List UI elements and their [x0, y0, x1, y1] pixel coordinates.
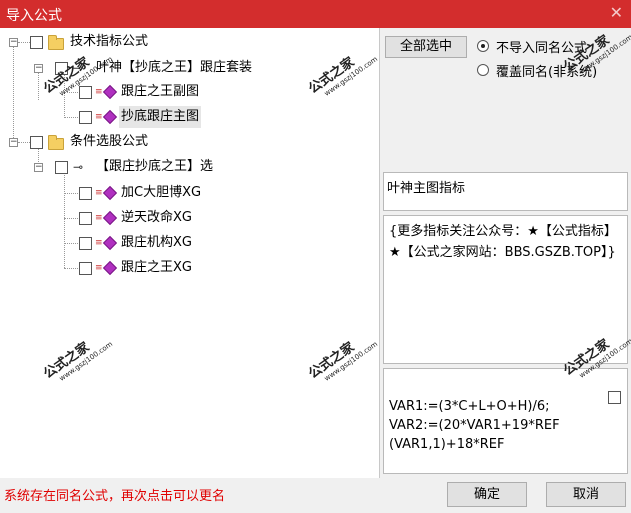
radio-overwrite-label: 覆盖同名(非系统) [496, 65, 598, 80]
tree-node-screening[interactable]: − 条件选股公式 [0, 131, 200, 153]
node-checkbox[interactable] [79, 212, 92, 225]
node-checkbox[interactable] [30, 36, 43, 49]
key-icon: ⊸ [73, 61, 84, 75]
node-label: 抄底跟庄主图 [119, 106, 202, 128]
watermark-url: www.gszj100.com [57, 340, 115, 383]
code-preview: VAR1:=(3*C+L+O+H)/6; VAR2:=(20*VAR1+19*R… [383, 368, 628, 474]
formula-gem-icon [102, 185, 118, 201]
watermark-text: 公式之家 [306, 54, 358, 97]
node-label: 条件选股公式 [70, 134, 149, 149]
select-all-button[interactable]: 全部选中 [385, 36, 467, 58]
tree-node-tech-indicators[interactable]: − 技术指标公式 [0, 31, 200, 53]
small-dot-icon: ≡ [95, 188, 103, 198]
watermark-url: www.gszj100.com [322, 340, 380, 383]
key-icon: ⊸ [73, 160, 84, 174]
radio-overwrite-same-name[interactable] [477, 64, 489, 76]
node-checkbox[interactable] [55, 161, 68, 174]
tree-node-yeshen-set[interactable]: − ⊸ 叶神【抄底之王】跟庄套装 [0, 57, 300, 79]
watermark: 公式之家 www.gszj100.com [39, 325, 114, 389]
small-dot-icon: ≡ [95, 213, 103, 223]
tree-node-formula[interactable]: ≡ 跟庄之王XG [0, 257, 240, 279]
small-dot-icon: ≡ [95, 263, 103, 273]
tree-node-formula[interactable]: ≡ 跟庄之王副图 [0, 81, 240, 103]
formula-name: 叶神主图指标 [387, 181, 466, 196]
node-checkbox[interactable] [79, 187, 92, 200]
tree-node-screening-set[interactable]: − ⊸ 【跟庄抄底之王】选 [0, 156, 260, 178]
watermark-url: www.gszj100.com [322, 55, 380, 98]
window-title: 导入公式 [6, 8, 62, 24]
node-checkbox[interactable] [55, 62, 68, 75]
folder-icon [48, 135, 64, 150]
tree-node-formula[interactable]: ≡ 加C大胆博XG [0, 182, 240, 204]
folder-icon [48, 35, 64, 50]
formula-name-box: 叶神主图指标 [383, 172, 628, 211]
node-label: 技术指标公式 [70, 34, 149, 49]
node-checkbox[interactable] [30, 136, 43, 149]
radio-skip-label: 不导入同名公式 [496, 41, 588, 56]
tree-node-formula[interactable]: ≡ 抄底跟庄主图 [0, 106, 240, 128]
formula-gem-icon [102, 210, 118, 226]
code-text: VAR1:=(3*C+L+O+H)/6; VAR2:=(20*VAR1+19*R… [389, 399, 560, 452]
node-label: 跟庄之王副图 [121, 84, 200, 99]
node-label: 跟庄之王XG [121, 260, 192, 275]
watermark-text: 公式之家 [306, 339, 358, 382]
node-label: 跟庄机构XG [121, 235, 192, 250]
formula-gem-icon [102, 235, 118, 251]
node-label: 【跟庄抄底之王】选 [96, 159, 214, 174]
formula-tree[interactable]: − 技术指标公式 − ⊸ 叶神【抄底之王】跟庄套装 ≡ 跟庄之王副图 ≡ 抄底跟… [0, 28, 380, 478]
collapse-icon[interactable]: − [9, 38, 18, 47]
node-checkbox[interactable] [79, 262, 92, 275]
collapse-icon[interactable]: − [34, 64, 43, 73]
formula-gem-icon [102, 84, 118, 100]
small-dot-icon: ≡ [95, 112, 103, 122]
node-checkbox[interactable] [79, 237, 92, 250]
ok-button[interactable]: 确定 [447, 482, 527, 507]
watermark: 公式之家 www.gszj100.com [304, 325, 379, 389]
node-checkbox[interactable] [79, 111, 92, 124]
collapse-icon[interactable]: − [9, 138, 18, 147]
status-message: 系统存在同名公式，再次点击可以更名 [4, 489, 226, 504]
node-label: 逆天改命XG [121, 210, 192, 225]
description-textarea[interactable]: {更多指标关注公众号：★【公式指标】★【公式之家网站：BBS.GSZB.TOP】… [383, 215, 628, 364]
tree-node-formula[interactable]: ≡ 逆天改命XG [0, 207, 240, 229]
watermark-text: 公式之家 [41, 339, 93, 382]
watermark: 公式之家 www.gszj100.com [304, 40, 379, 104]
node-label: 叶神【抄底之王】跟庄套装 [96, 60, 253, 75]
cancel-button[interactable]: 取消 [546, 482, 626, 507]
small-dot-icon: ≡ [95, 238, 103, 248]
code-checkbox[interactable] [608, 391, 621, 404]
title-bar: 导入公式 ✕ [0, 0, 631, 28]
formula-gem-icon [102, 260, 118, 276]
collapse-icon[interactable]: − [34, 163, 43, 172]
node-label: 加C大胆博XG [121, 185, 202, 200]
small-dot-icon: ≡ [95, 87, 103, 97]
description-text: {更多指标关注公众号：★【公式指标】★【公式之家网站：BBS.GSZB.TOP】… [389, 224, 617, 260]
formula-gem-icon [102, 109, 118, 125]
node-checkbox[interactable] [79, 86, 92, 99]
close-icon[interactable]: ✕ [610, 3, 623, 22]
tree-node-formula[interactable]: ≡ 跟庄机构XG [0, 232, 240, 254]
radio-skip-same-name[interactable] [477, 40, 489, 52]
